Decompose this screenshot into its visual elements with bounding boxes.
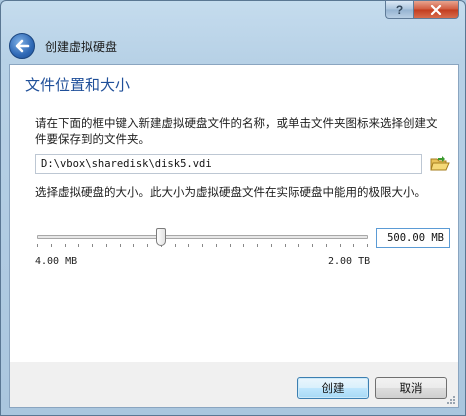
folder-open-icon — [430, 156, 450, 171]
slider-tick — [216, 244, 217, 247]
slider-tick — [312, 244, 313, 247]
dialog-window: ? 创建虚拟硬盘 文件位置和大小 请在下面的框中键入新建虚拟硬盘文件的名称，或单… — [0, 0, 466, 416]
slider-tick — [271, 244, 272, 247]
slider-tick — [285, 244, 286, 247]
back-button[interactable] — [9, 33, 35, 59]
size-input[interactable]: 500.00 MB — [376, 228, 450, 248]
size-slider[interactable] — [35, 228, 370, 250]
slider-tick — [353, 244, 354, 247]
choose-folder-button[interactable] — [430, 155, 450, 173]
slider-tick — [175, 244, 176, 247]
slider-tick — [257, 244, 258, 247]
back-arrow-icon — [15, 39, 30, 53]
slider-track — [37, 235, 368, 239]
create-button[interactable]: 创建 — [297, 377, 369, 399]
slider-tick — [106, 244, 107, 247]
slider-tick — [326, 244, 327, 247]
slider-tick — [298, 244, 299, 247]
slider-tick — [147, 244, 148, 247]
location-description: 请在下面的框中键入新建虚拟硬盘文件的名称，或单击文件夹图标来选择创建文件要保存到… — [35, 116, 438, 146]
slider-tick — [202, 244, 203, 247]
slider-tick — [230, 244, 231, 247]
wizard-header: 创建虚拟硬盘 — [9, 31, 117, 61]
slider-thumb[interactable] — [156, 228, 166, 246]
slider-tick — [78, 244, 79, 247]
help-button[interactable]: ? — [385, 0, 413, 19]
slider-ticks — [37, 244, 368, 248]
file-path-input[interactable]: D:\vbox\sharedisk\disk5.vdi — [35, 154, 422, 174]
wizard-title: 创建虚拟硬盘 — [45, 39, 118, 54]
slider-tick — [243, 244, 244, 247]
page-title: 文件位置和大小 — [25, 76, 131, 94]
resize-grip-icon[interactable] — [446, 395, 456, 405]
slider-tick — [37, 244, 38, 247]
size-max-label: 2.00 TB — [328, 256, 371, 267]
slider-tick — [367, 244, 368, 247]
cancel-button[interactable]: 取消 — [375, 377, 447, 399]
slider-tick — [51, 244, 52, 247]
dialog-client: 文件位置和大小 请在下面的框中键入新建虚拟硬盘文件的名称，或单击文件夹图标来选择… — [9, 64, 459, 408]
slider-tick — [92, 244, 93, 247]
close-icon — [430, 4, 442, 15]
caption-buttons: ? — [385, 0, 459, 19]
slider-tick — [340, 244, 341, 247]
slider-tick — [65, 244, 66, 247]
wizard-page: 文件位置和大小 请在下面的框中键入新建虚拟硬盘文件的名称，或单击文件夹图标来选择… — [10, 65, 458, 362]
close-button[interactable] — [413, 0, 459, 19]
size-min-label: 4.00 MB — [35, 256, 78, 267]
size-description: 选择虚拟硬盘的大小。此大小为虚拟硬盘文件在实际硬盘中能用的极限大小。 — [35, 185, 426, 199]
slider-tick — [133, 244, 134, 247]
slider-tick — [120, 244, 121, 247]
slider-tick — [188, 244, 189, 247]
